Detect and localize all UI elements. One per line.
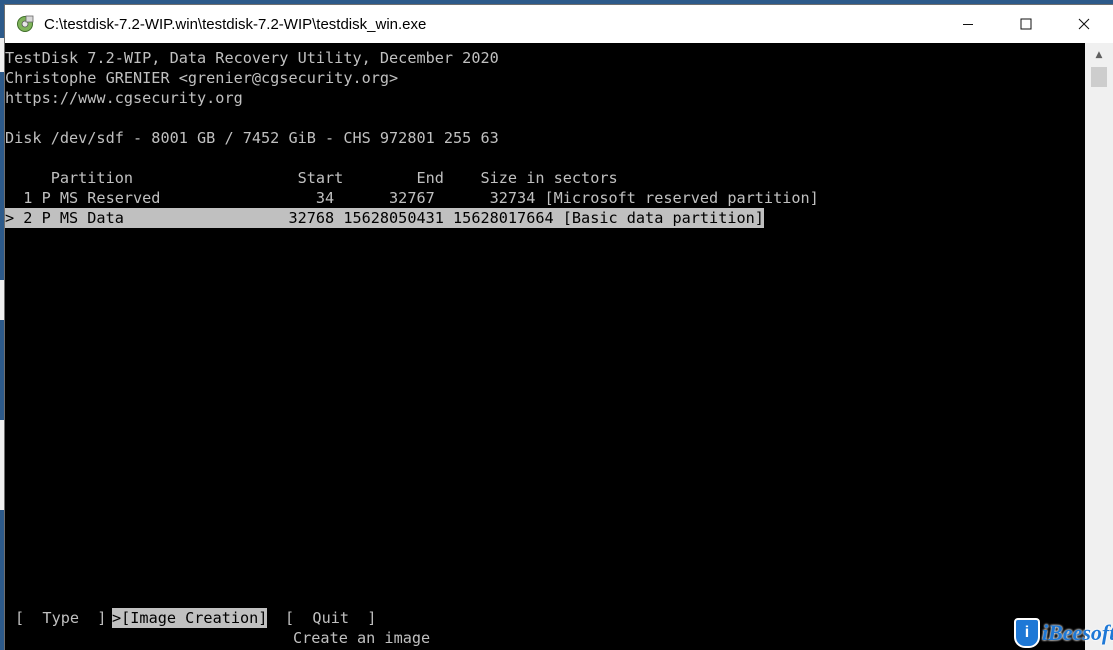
triangle-up-icon: ▲	[1095, 50, 1103, 60]
menu-quit[interactable]: [ Quit ]	[285, 608, 376, 628]
partition-row-2-selected[interactable]: > 2 P MS Data 32768 15628050431 15628017…	[5, 208, 764, 228]
vertical-scrollbar[interactable]: ▲	[1085, 43, 1113, 650]
console-output[interactable]: TestDisk 7.2-WIP, Data Recovery Utility,…	[5, 43, 1085, 650]
partition-row-1[interactable]: 1 P MS Reserved 34 32767 32734 [Microsof…	[5, 188, 819, 208]
watermark-text: iBeesoft	[1042, 620, 1113, 645]
minimize-button[interactable]	[939, 5, 997, 43]
maximize-icon	[1020, 18, 1032, 30]
disk-info: Disk /dev/sdf - 8001 GB / 7452 GiB - CHS…	[5, 129, 499, 147]
scroll-up-arrow[interactable]: ▲	[1085, 43, 1113, 67]
ibeesoft-logo-icon: i	[1014, 618, 1040, 648]
close-button[interactable]	[1055, 5, 1113, 43]
ibeesoft-watermark: i iBeesoft	[1014, 618, 1113, 648]
header-line-title: TestDisk 7.2-WIP, Data Recovery Utility,…	[5, 49, 499, 67]
maximize-button[interactable]	[997, 5, 1055, 43]
console-window: C:\testdisk-7.2-WIP.win\testdisk-7.2-WIP…	[5, 5, 1113, 650]
partition-table-header: Partition Start End Size in sectors	[5, 169, 618, 187]
header-line-website: https://www.cgsecurity.org	[5, 89, 243, 107]
menu-type[interactable]: [ Type ]	[15, 608, 106, 628]
window-title: C:\testdisk-7.2-WIP.win\testdisk-7.2-WIP…	[44, 15, 427, 33]
menu-hint: Create an image	[293, 629, 431, 647]
close-icon	[1078, 18, 1090, 30]
minimize-icon	[963, 24, 973, 25]
testdisk-app-icon	[15, 14, 35, 34]
scroll-thumb[interactable]	[1091, 67, 1107, 87]
menu-image-creation-selected[interactable]: >[Image Creation]	[112, 608, 268, 628]
title-bar[interactable]: C:\testdisk-7.2-WIP.win\testdisk-7.2-WIP…	[5, 5, 1113, 43]
header-line-author: Christophe GRENIER <grenier@cgsecurity.o…	[5, 69, 399, 87]
